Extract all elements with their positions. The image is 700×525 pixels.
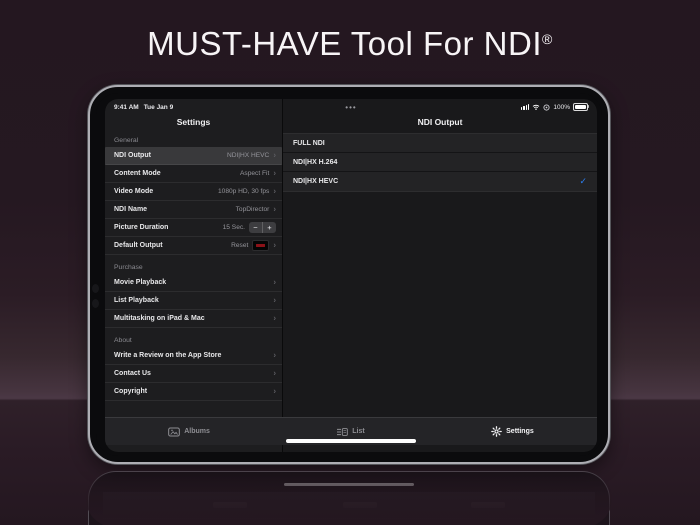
stepper-plus-button[interactable]: +	[263, 222, 276, 233]
battery-icon	[573, 102, 590, 112]
settings-row-content-mode[interactable]: Content Mode Aspect Fit ›	[105, 165, 282, 183]
row-value: 15 Sec.	[222, 224, 245, 231]
settings-row-ndi-name[interactable]: NDI Name TopDirector ›	[105, 201, 282, 219]
app-window: Settings General NDI Output NDI|HX HEVC …	[105, 99, 597, 452]
settings-row-multitasking[interactable]: Multitasking on iPad & Mac ›	[105, 310, 282, 328]
checkmark-icon: ✓	[579, 176, 587, 186]
row-label: Content Mode	[114, 170, 161, 177]
settings-row-copyright[interactable]: Copyright ›	[105, 383, 282, 401]
status-bar: ••• 9:41 AM Tue Jan 9 100%	[105, 99, 597, 115]
page-title-text: MUST-HAVE Tool For NDI	[147, 25, 543, 62]
battery-percent: 100%	[553, 103, 570, 111]
row-label: Video Mode	[114, 188, 154, 195]
tab-settings[interactable]: Settings	[491, 426, 534, 437]
settings-row-contact-us[interactable]: Contact Us ›	[105, 365, 282, 383]
tab-list[interactable]: List	[336, 427, 365, 437]
chevron-right-icon: ›	[273, 295, 276, 304]
duration-stepper: − +	[249, 222, 276, 233]
tab-label: Albums	[184, 428, 210, 435]
settings-panel: Settings General NDI Output NDI|HX HEVC …	[105, 99, 283, 452]
ipad-screen: Settings General NDI Output NDI|HX HEVC …	[105, 99, 597, 452]
row-label: Write a Review on the App Store	[114, 352, 222, 359]
promo-page: MUST-HAVE Tool For NDI® Settings General…	[0, 0, 700, 525]
ipad-reflection	[86, 469, 612, 525]
row-value: Aspect Fit	[240, 170, 270, 177]
page-title: MUST-HAVE Tool For NDI®	[0, 24, 700, 64]
option-label: NDI|HX HEVC	[293, 178, 339, 185]
chevron-right-icon: ›	[273, 386, 276, 395]
stepper-minus-button[interactable]: −	[249, 222, 263, 233]
chevron-right-icon: ›	[273, 240, 276, 249]
settings-row-write-review[interactable]: Write a Review on the App Store ›	[105, 347, 282, 365]
cellular-signal-icon	[520, 104, 530, 110]
settings-row-picture-duration: Picture Duration 15 Sec. − +	[105, 219, 282, 237]
tab-label: List	[352, 428, 365, 435]
tab-label: Settings	[506, 428, 534, 435]
row-label: Picture Duration	[114, 224, 169, 231]
section-header-general: General	[114, 137, 139, 144]
registered-mark: ®	[542, 31, 553, 47]
volume-down-button	[92, 299, 99, 308]
settings-row-video-mode[interactable]: Video Mode 1080p HD, 30 fps ›	[105, 183, 282, 201]
settings-row-ndi-output[interactable]: NDI Output NDI|HX HEVC ›	[105, 147, 282, 165]
volume-up-button	[92, 284, 99, 293]
ndi-output-option-list: FULL NDI NDI|HX H.264 NDI|HX HEVC ✓	[283, 133, 597, 192]
chevron-right-icon: ›	[273, 277, 276, 286]
section-header-purchase: Purchase	[114, 264, 143, 271]
ndi-output-panel-title: NDI Output	[417, 117, 463, 127]
settings-row-list-playback[interactable]: List Playback ›	[105, 292, 282, 310]
row-value: TopDirector	[235, 206, 270, 213]
option-ndihx-h264[interactable]: NDI|HX H.264	[283, 153, 597, 172]
thumbnail-red-bar	[256, 244, 266, 247]
row-label: Contact Us	[114, 370, 151, 377]
row-value: Reset	[231, 242, 249, 249]
row-label: Multitasking on iPad & Mac	[114, 315, 205, 322]
row-value: NDI|HX HEVC	[226, 152, 270, 159]
settings-row-default-output[interactable]: Default Output Reset ›	[105, 237, 282, 255]
option-label: NDI|HX H.264	[293, 158, 338, 166]
settings-row-movie-playback[interactable]: Movie Playback ›	[105, 274, 282, 292]
section-header-about: About	[114, 337, 132, 344]
chevron-right-icon: ›	[273, 150, 276, 159]
row-label: Default Output	[114, 242, 163, 249]
row-label: Copyright	[114, 388, 148, 395]
row-label: NDI Output	[114, 152, 151, 159]
settings-panel-title: Settings	[176, 117, 211, 127]
chevron-right-icon: ›	[273, 186, 276, 195]
chevron-right-icon: ›	[273, 168, 276, 177]
wifi-icon	[533, 104, 540, 110]
chevron-right-icon: ›	[273, 350, 276, 359]
chevron-right-icon: ›	[273, 313, 276, 322]
row-label: Movie Playback	[114, 279, 167, 286]
ipad-device: Settings General NDI Output NDI|HX HEVC …	[88, 85, 610, 464]
option-label: FULL NDI	[293, 139, 325, 147]
option-ndihx-hevc[interactable]: NDI|HX HEVC ✓	[283, 172, 597, 191]
albums-icon	[168, 427, 181, 436]
reflection-fade	[86, 469, 612, 525]
settings-gear-icon	[491, 426, 502, 437]
chevron-right-icon: ›	[273, 204, 276, 213]
option-full-ndi[interactable]: FULL NDI	[283, 134, 597, 153]
row-label: List Playback	[114, 297, 159, 304]
chevron-right-icon: ›	[273, 368, 276, 377]
row-value: 1080p HD, 30 fps	[218, 188, 270, 195]
row-label: NDI Name	[114, 206, 148, 213]
home-indicator[interactable]	[286, 439, 416, 443]
privacy-indicator-icon	[543, 103, 550, 111]
ndi-output-panel: NDI Output FULL NDI NDI|HX H.264 NDI|HX …	[283, 99, 597, 452]
list-icon	[337, 427, 349, 436]
default-output-thumbnail	[252, 240, 270, 251]
tab-albums[interactable]: Albums	[168, 427, 210, 437]
